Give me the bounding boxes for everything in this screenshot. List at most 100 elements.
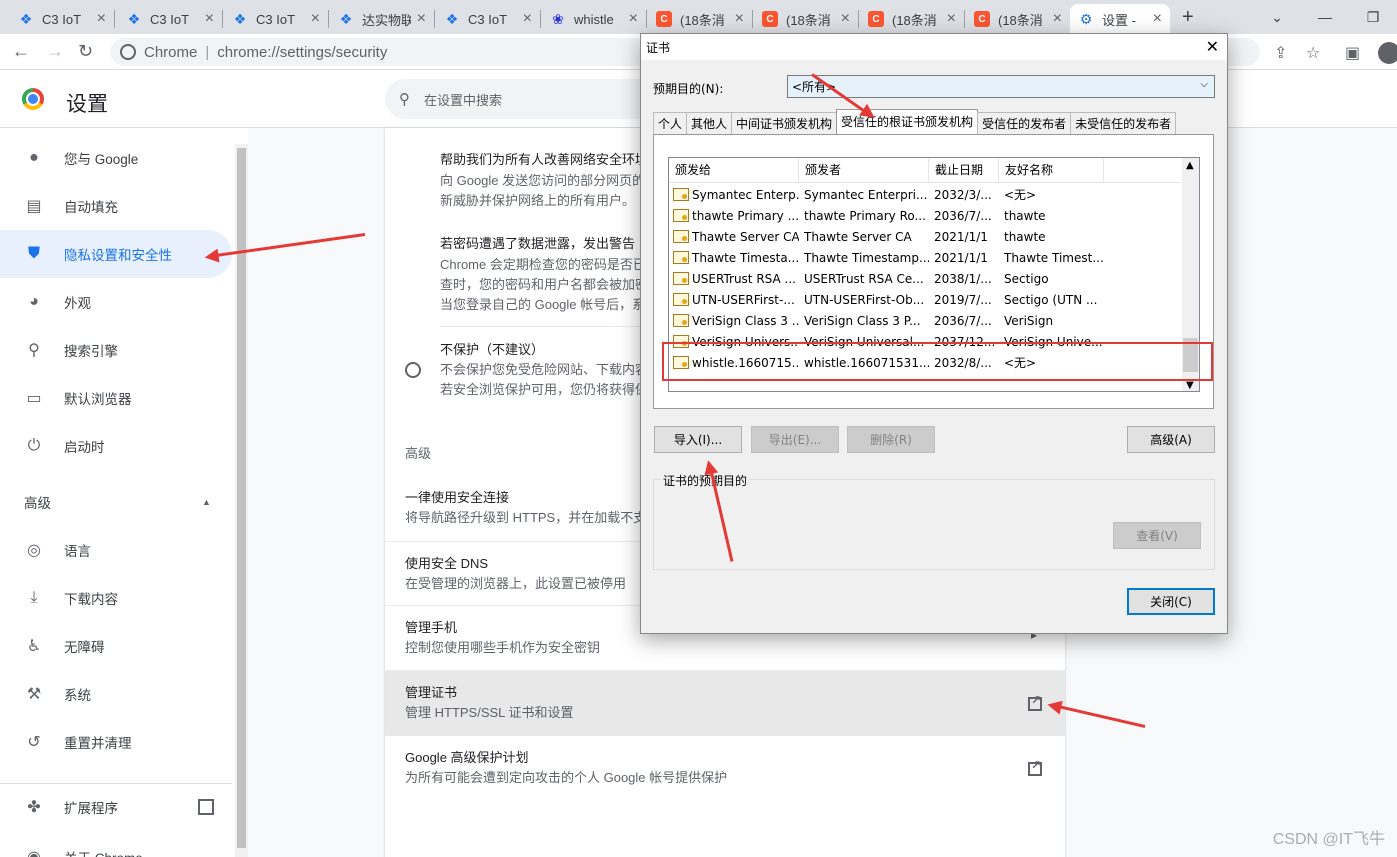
- avatar[interactable]: [1378, 42, 1397, 64]
- tab-5[interactable]: ❀ whistle ×: [542, 4, 646, 34]
- no-protection-radio[interactable]: [405, 362, 421, 378]
- remove-button[interactable]: 删除(R): [847, 426, 935, 453]
- close-icon[interactable]: ×: [947, 10, 956, 28]
- table-row[interactable]: thawte Primary ... thawte Primary Ro... 20…: [669, 205, 1184, 226]
- certificate-icon: [673, 188, 689, 201]
- tab-10[interactable]: ⚙ 设置 - ×: [1070, 4, 1170, 34]
- export-button[interactable]: 导出(E)...: [751, 426, 839, 453]
- tab-cert-1[interactable]: 其他人: [686, 112, 733, 134]
- tab-9[interactable]: C (18条消 ×: [966, 4, 1070, 34]
- table-cell: USERTrust RSA ...: [669, 272, 799, 286]
- column-header[interactable]: 截止日期: [929, 158, 999, 183]
- close-icon[interactable]: ×: [629, 10, 638, 28]
- advanced-protection-row[interactable]: Google 高级保护计划 为所有可能会遭到定向攻击的个人 Google 帐号提…: [385, 735, 1065, 800]
- secure-dns-title: 使用安全 DNS: [405, 556, 489, 571]
- cell-text: Thawte Server CA: [692, 229, 799, 244]
- back-arrow-icon[interactable]: ←: [12, 41, 30, 62]
- import-button[interactable]: 导入(I)...: [654, 426, 742, 453]
- table-cell: Thawte Server CA: [669, 230, 799, 244]
- secure-dns-sub: 在受管理的浏览器上，此设置已被停用: [405, 576, 627, 591]
- sidebar-item-6[interactable]: ⏻ 启动时: [0, 422, 232, 470]
- close-icon[interactable]: ×: [841, 10, 850, 28]
- new-tab-button[interactable]: +: [1182, 6, 1194, 29]
- close-icon[interactable]: ×: [97, 10, 106, 28]
- scroll-up-icon[interactable]: ▲: [1186, 160, 1194, 171]
- minimize-button[interactable]: —: [1301, 0, 1349, 34]
- close-icon[interactable]: ×: [205, 10, 214, 28]
- close-icon[interactable]: ×: [735, 10, 744, 28]
- sidebar-item-label: 下载内容: [64, 592, 118, 607]
- tab-cert-5[interactable]: 未受信任的发布者: [1070, 112, 1177, 134]
- close-icon[interactable]: ×: [311, 10, 320, 28]
- close-button[interactable]: 关闭(C): [1127, 588, 1215, 615]
- c3-icon: ❖: [445, 10, 459, 27]
- share-icon[interactable]: ⇪: [1274, 43, 1287, 63]
- purpose-select[interactable]: <所有> ⌵: [787, 75, 1215, 98]
- table-cell: Thawte Timestamp...: [804, 250, 929, 265]
- table-row[interactable]: Symantec Enterp... Symantec Enterpri... 20…: [669, 184, 1184, 205]
- tab-0[interactable]: ❖ C3 IoT ×: [10, 4, 114, 34]
- sidebar-item-2[interactable]: ⛊ 隐私设置和安全性: [0, 230, 232, 278]
- table-row[interactable]: UTN-USERFirst-... UTN-USERFirst-Ob... 2019…: [669, 289, 1184, 310]
- sidebar-item-0[interactable]: ◎ 语言: [0, 526, 232, 574]
- power-icon: ⏻: [27, 437, 41, 454]
- sidebar-item-extensions[interactable]: ✤ 扩展程序: [0, 783, 232, 831]
- tab-3[interactable]: ❖ 达实物联 ×: [330, 4, 434, 34]
- column-header[interactable]: 颁发者: [799, 158, 929, 183]
- table-row[interactable]: Thawte Timesta... Thawte Timestamp... 2021…: [669, 247, 1184, 268]
- sidebar-item-0[interactable]: ● 您与 Google: [0, 134, 232, 182]
- table-cell: VeriSign Class 3 P...: [804, 313, 921, 328]
- sidebar-item-1[interactable]: ▤ 自动填充: [0, 182, 232, 230]
- tab-title: (18条消: [998, 12, 1043, 28]
- certificate-icon: [673, 293, 689, 306]
- sidebar-item-3[interactable]: ⚒ 系统: [0, 670, 232, 718]
- bookmark-star-icon[interactable]: ☆: [1306, 43, 1320, 63]
- close-icon[interactable]: ×: [417, 10, 426, 28]
- maximize-button[interactable]: ❐: [1349, 0, 1397, 34]
- sidebar-item-4[interactable]: ⚲ 搜索引擎: [0, 326, 232, 374]
- tab-search-icon[interactable]: ⌄: [1253, 0, 1301, 34]
- c3-icon: ❖: [19, 10, 33, 27]
- column-header[interactable]: 颁发给: [669, 158, 799, 183]
- side-panel-icon[interactable]: ▣: [1345, 43, 1360, 63]
- table-cell: VeriSign: [1004, 313, 1054, 328]
- sidebar-advanced-toggle[interactable]: 高级 ▲: [0, 478, 232, 526]
- table-row[interactable]: USERTrust RSA ... USERTrust RSA Ce... 2038…: [669, 268, 1184, 289]
- tab-cert-3[interactable]: 受信任的根证书颁发机构: [836, 109, 979, 134]
- table-row[interactable]: Thawte Server CA Thawte Server CA 2021/1/1…: [669, 226, 1184, 247]
- sidebar-item-label: 搜索引擎: [64, 344, 118, 359]
- sidebar-item-1[interactable]: ⤓ 下载内容: [0, 574, 232, 622]
- sidebar-item-4[interactable]: ↺ 重置并清理: [0, 718, 232, 766]
- close-icon[interactable]: ×: [1153, 10, 1162, 28]
- close-icon[interactable]: ×: [1053, 10, 1062, 28]
- manage-certificates-row[interactable]: 管理证书 管理 HTTPS/SSL 证书和设置: [385, 670, 1065, 735]
- tab-8[interactable]: C (18条消 ×: [860, 4, 964, 34]
- sidebar-item-about[interactable]: ◉ 关于 Chrome: [0, 831, 232, 857]
- sidebar-item-3[interactable]: ◕ 外观: [0, 278, 232, 326]
- close-icon[interactable]: ✕: [1206, 37, 1219, 56]
- table-cell: Sectigo: [1004, 271, 1049, 286]
- tab-4[interactable]: ❖ C3 IoT ×: [436, 4, 540, 34]
- external-link-icon[interactable]: [1028, 758, 1042, 776]
- reload-icon[interactable]: ↻: [78, 41, 93, 62]
- tab-cert-4[interactable]: 受信任的发布者: [977, 112, 1072, 134]
- tab-cert-0[interactable]: 个人: [653, 112, 688, 134]
- column-header[interactable]: 友好名称: [999, 158, 1104, 183]
- advanced-button[interactable]: 高级(A): [1127, 426, 1215, 453]
- tab-6[interactable]: C (18条消 ×: [648, 4, 752, 34]
- close-icon[interactable]: ×: [523, 10, 532, 28]
- tab-cert-2[interactable]: 中间证书颁发机构: [731, 112, 838, 134]
- tab-7[interactable]: C (18条消 ×: [754, 4, 858, 34]
- table-row[interactable]: VeriSign Class 3 ... VeriSign Class 3 P..…: [669, 310, 1184, 331]
- globe-icon: ◎: [27, 542, 41, 559]
- external-link-icon[interactable]: [1028, 693, 1042, 711]
- forward-arrow-icon[interactable]: →: [46, 41, 64, 62]
- tab-2[interactable]: ❖ C3 IoT ×: [224, 4, 328, 34]
- sidebar-item-2[interactable]: ♿ 无障碍: [0, 622, 232, 670]
- scroll-down-icon[interactable]: ▼: [1186, 380, 1194, 391]
- advanced-protection-title: Google 高级保护计划: [405, 750, 529, 765]
- sidebar-item-5[interactable]: ▭ 默认浏览器: [0, 374, 232, 422]
- view-button[interactable]: 查看(V): [1113, 522, 1201, 549]
- table-cell: 2038/1/...: [934, 271, 992, 286]
- tab-1[interactable]: ❖ C3 IoT ×: [118, 4, 222, 34]
